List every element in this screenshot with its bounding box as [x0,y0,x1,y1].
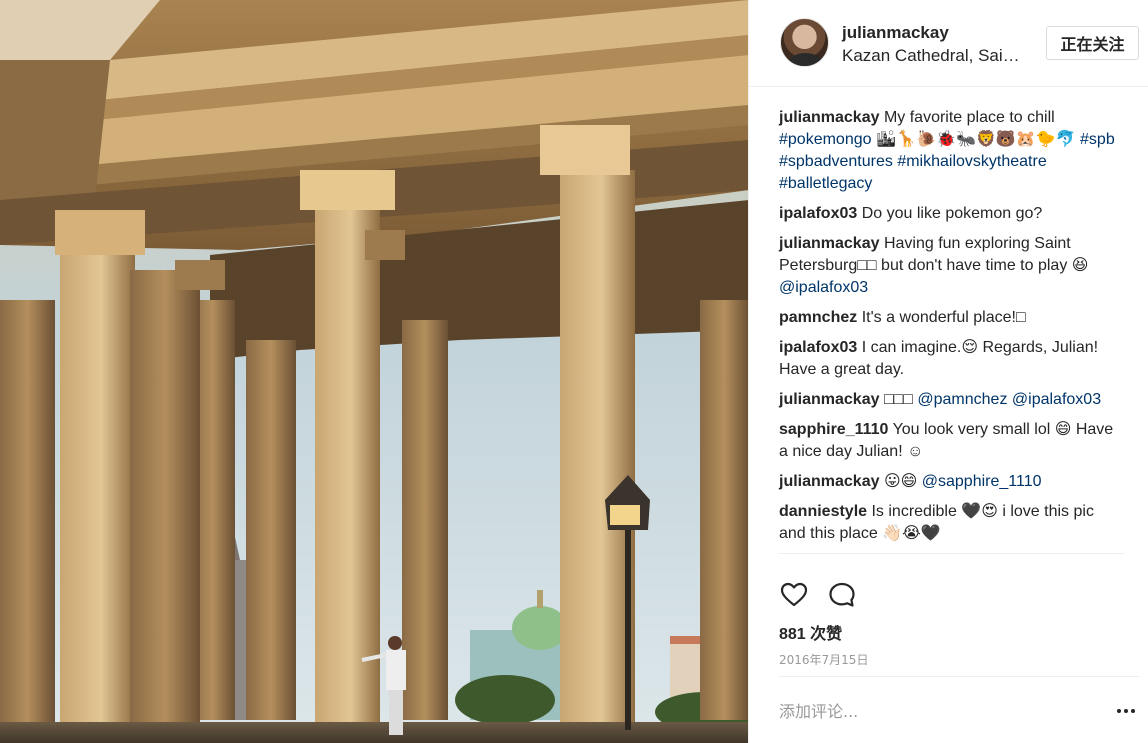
comment-username[interactable]: ipalafox03 [779,339,857,356]
profile-avatar-icon[interactable] [780,18,829,67]
post-header: julianmackay Kazan Cathedral, Saint Pete… [749,0,1148,87]
likes-count[interactable]: 881 次赞 [779,620,842,644]
mention-link[interactable]: @sapphire_1110 [922,473,1042,490]
comment-bubble-icon[interactable] [827,580,857,610]
add-comment-bar [779,676,1139,743]
post-location[interactable]: Kazan Cathedral, Saint Petersburg [842,46,1024,66]
mention-link[interactable]: @ipalafox03 [1012,391,1101,408]
hashtag-link[interactable]: #pokemongo [779,131,872,148]
mention-link[interactable]: @ipalafox03 [779,279,868,296]
author-username[interactable]: julianmackay [842,23,949,43]
more-options-icon[interactable] [1117,703,1139,719]
comments-divider [779,553,1124,554]
post-panel: julianmackay Kazan Cathedral, Saint Pete… [749,0,1148,743]
heart-icon[interactable] [779,580,809,610]
mention-link[interactable]: @pamnchez [917,391,1007,408]
comment-text: 🏙🦒🐌🐞🐜🦁🐻🐹🐤🐬 [871,131,1081,148]
comment-username[interactable]: julianmackay [779,473,880,490]
comment-text: 😛😄 [883,473,922,490]
comment-username[interactable]: ipalafox03 [779,205,857,222]
hashtag-link[interactable]: #balletlegacy [779,175,872,192]
likes-number: 881 [779,626,806,643]
comment-item: julianmackay My favorite place to chill … [779,107,1124,195]
comment-item: pamnchez It's a wonderful place!□ [779,307,1124,329]
comment-item: julianmackay □□□ @pamnchez @ipalafox03 [779,389,1124,411]
colonnade-photo [0,0,749,743]
comment-username[interactable]: julianmackay [779,391,880,408]
comment-text: It's a wonderful place!□ [861,309,1026,326]
comment-item: julianmackay 😛😄 @sapphire_1110 [779,471,1124,493]
post-photo[interactable] [0,0,749,743]
add-comment-input[interactable] [779,695,1099,727]
comment-username[interactable]: danniestyle [779,503,867,520]
comment-item: danniestyle Is incredible 🖤😍 i love this… [779,501,1124,545]
hashtag-link[interactable]: #mikhailovskytheatre [897,153,1046,170]
comment-text: My favorite place to chill [883,109,1055,126]
hashtag-link[interactable]: #spb [1080,131,1115,148]
post-actions [779,580,857,610]
comment-item: ipalafox03 Do you like pokemon go? [779,203,1124,225]
comment-text: Do you like pokemon go? [861,205,1043,222]
comment-item: sapphire_1110 You look very small lol 😄 … [779,419,1124,463]
comment-username[interactable]: julianmackay [779,109,880,126]
comment-username[interactable]: julianmackay [779,235,880,252]
comment-item: julianmackay Having fun exploring Saint … [779,233,1124,299]
comment-text: □□□ [883,391,918,408]
comment-username[interactable]: sapphire_1110 [779,421,888,438]
comment-username[interactable]: pamnchez [779,309,857,326]
comment-item: ipalafox03 I can imagine.😌 Regards, Juli… [779,337,1124,381]
comments-list: julianmackay My favorite place to chill … [779,107,1124,554]
likes-unit: 次赞 [810,624,843,643]
hashtag-link[interactable]: #spbadventures [779,153,893,170]
post-date: 2016年7月15日 [779,653,869,667]
following-button[interactable]: 正在关注 [1046,26,1139,60]
